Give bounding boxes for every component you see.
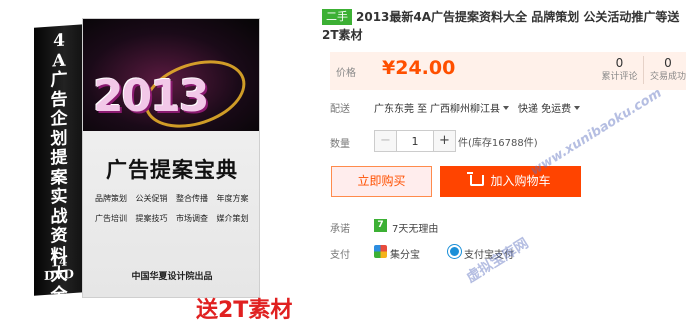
payment-method-jifenbao[interactable]: 集分宝 xyxy=(390,246,420,261)
review-count-label: 累计评论 xyxy=(601,72,638,82)
commitment-label: 承诺 xyxy=(330,224,350,235)
quantity-input[interactable] xyxy=(397,131,433,151)
add-to-cart-label: 加入购物车 xyxy=(490,174,551,188)
sales-count-stat: 0 交易成功 xyxy=(644,56,690,84)
spine-dvd-count: 14 DVD xyxy=(34,254,84,283)
quantity-stepper: − + xyxy=(374,130,456,152)
cover-publisher: 中国华夏设计院出品 xyxy=(131,272,213,282)
shipping-method-select[interactable]: 快递 免运费 xyxy=(518,100,581,115)
cover-tag: 媒介策划 xyxy=(216,214,249,223)
second-hand-badge: 二手 xyxy=(322,9,352,25)
cover-tags: 品牌策划 公关促销 整合传播 年度方案 广告培训 提案技巧 市场调查 媒介策划 xyxy=(95,193,255,224)
buy-now-button[interactable]: 立即购买 xyxy=(331,166,432,197)
shipping-label: 配送 xyxy=(330,104,350,115)
cover-year-art: 2013 xyxy=(93,71,209,122)
product-box-art: 4A广告企划提案实战资料大全 14 DVD 2013 广告提案宝典 品牌策划 公… xyxy=(34,18,260,305)
shipping-destination-select[interactable]: 广西柳州柳江县 xyxy=(430,100,509,115)
product-detail-panel: 二手 2013最新4A广告提案资料大全 品牌策划 公关活动推广等送2T素材 价格 … xyxy=(322,0,690,321)
product-image[interactable]: 4A广告企划提案实战资料大全 14 DVD 2013 广告提案宝典 品牌策划 公… xyxy=(0,0,318,321)
cover-tag: 提案技巧 xyxy=(135,214,168,223)
cover-tag: 市场调查 xyxy=(176,214,208,223)
sales-count: 0 xyxy=(664,56,672,70)
price-label: 价格 xyxy=(336,68,356,79)
promo-text: 送2T素材 xyxy=(196,298,293,321)
cover-tag: 年度方案 xyxy=(216,194,249,203)
shipping-destination: 广西柳州柳江县 xyxy=(430,104,500,115)
quantity-label: 数量 xyxy=(330,139,350,150)
add-to-cart-button[interactable]: 加入购物车 xyxy=(440,166,581,197)
product-title-row: 二手 2013最新4A广告提案资料大全 品牌策划 公关活动推广等送2T素材 xyxy=(322,8,684,44)
alipay-icon xyxy=(448,245,461,258)
price-value: ¥24.00 xyxy=(382,57,456,79)
sales-count-label: 交易成功 xyxy=(649,72,686,82)
chevron-down-icon xyxy=(503,106,509,110)
stock-count: 件(库存16788件) xyxy=(458,138,538,149)
shipping-method: 快递 免运费 xyxy=(518,104,572,115)
quantity-increase-button[interactable]: + xyxy=(433,131,455,151)
cover-tag: 公关促销 xyxy=(135,194,168,203)
commitment-row: 承诺 7 7天无理由 xyxy=(322,219,690,237)
jifenbao-icon xyxy=(374,245,387,258)
cover-tag: 广告培训 xyxy=(95,214,127,223)
cover-tag: 整合传播 xyxy=(176,194,208,203)
quantity-row: 数量 − + 件(库存16788件) xyxy=(322,130,690,152)
cover-tag: 品牌策划 xyxy=(95,194,127,203)
quantity-decrease-button[interactable]: − xyxy=(375,131,397,151)
box-spine: 4A广告企划提案实战资料大全 14 DVD xyxy=(34,24,84,305)
price-panel: 价格 ¥24.00 0 累计评论 0 交易成功 xyxy=(330,52,686,90)
box-front: 2013 广告提案宝典 品牌策划 公关促销 整合传播 年度方案 广告培训 提案技… xyxy=(82,18,260,298)
product-title: 2013最新4A广告提案资料大全 品牌策划 公关活动推广等送2T素材 xyxy=(322,10,680,42)
shipping-origin: 广东东莞 至 xyxy=(374,104,428,115)
commitment-text[interactable]: 7天无理由 xyxy=(392,220,438,235)
cover-title: 广告提案宝典 xyxy=(106,158,238,182)
seven-day-return-icon: 7 xyxy=(374,219,387,232)
cart-icon xyxy=(467,172,485,186)
review-count-stat[interactable]: 0 累计评论 xyxy=(596,56,644,84)
review-count: 0 xyxy=(615,56,624,70)
chevron-down-icon xyxy=(574,106,581,110)
payment-label: 支付 xyxy=(330,250,350,261)
